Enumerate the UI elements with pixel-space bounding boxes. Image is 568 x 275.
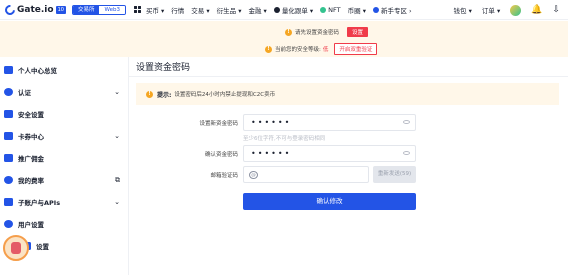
- sidebar-item-coupons[interactable]: 卡券中心 ⌄: [0, 125, 128, 147]
- nav-item-beginner[interactable]: 新手专区 ›: [372, 5, 412, 15]
- sidebar-item-label: 用户设置: [18, 221, 44, 229]
- confirm-password-field[interactable]: ••••••: [243, 145, 416, 162]
- sidebar-item-label: 卡券中心: [18, 133, 44, 141]
- nav-item-nft-label: NFT: [328, 5, 341, 14]
- eye-icon[interactable]: [403, 151, 410, 155]
- bell-icon[interactable]: 🔔: [531, 5, 542, 15]
- nav-item-wallet[interactable]: 钱包 ▾: [454, 5, 472, 15]
- sidebar-item-referral[interactable]: 推广佣金: [0, 147, 128, 169]
- security-level-value: 低: [322, 47, 329, 53]
- web3-tab[interactable]: Web3: [99, 5, 125, 14]
- fee-icon: [4, 176, 13, 184]
- sidebar-item-verification[interactable]: 认证 ⌄: [0, 81, 128, 103]
- external-link-icon: ⧉: [115, 175, 120, 184]
- avatar[interactable]: [510, 4, 522, 16]
- nav-item-markets[interactable]: 行情: [171, 5, 184, 15]
- nav-item-beginner-label: 新手专区 ›: [380, 6, 412, 15]
- nft-icon: [320, 6, 327, 13]
- eye-icon[interactable]: [403, 120, 410, 124]
- sidebar-item-subaccounts[interactable]: 子账户与APIs ⌄: [0, 191, 128, 213]
- shield-icon: [4, 110, 13, 118]
- sidebar-item-user-settings[interactable]: 用户设置: [0, 213, 128, 235]
- new-password-label: 设置新资金密码: [199, 121, 238, 127]
- referral-icon: [4, 154, 13, 162]
- resend-code-button[interactable]: 重新发送(59): [373, 166, 416, 183]
- new-password-field[interactable]: ••••••: [243, 114, 416, 131]
- page-title: 设置资金密码: [136, 63, 191, 73]
- sidebar-item-fees[interactable]: 我的费率 ⧉: [0, 169, 128, 191]
- sidebar-item-label: 推广佣金: [18, 155, 44, 163]
- sidebar-item-label: 安全设置: [18, 111, 44, 119]
- sidebar-item-label: 个人中心总览: [18, 67, 57, 75]
- nav-item-crypto-circle[interactable]: 币圈 ▾: [348, 5, 366, 15]
- sidebar-item-label: 认证: [18, 89, 31, 97]
- nav-item-orders[interactable]: 订单 ▾: [482, 5, 500, 15]
- email-code-input[interactable]: @: [243, 166, 369, 183]
- apps-grid-icon[interactable]: [133, 6, 141, 13]
- new-password-value: ••••••: [251, 118, 292, 127]
- email-code-label: 邮箱验证码: [210, 173, 238, 179]
- title-divider: [128, 76, 568, 77]
- tip-text: 设置密码后24小时内禁止提现和C2C卖币: [174, 92, 276, 98]
- coupon-icon: [4, 132, 13, 140]
- sidebar-divider: [128, 57, 129, 275]
- security-level-text: 当前您的安全等级:: [275, 47, 321, 53]
- logo[interactable]: Gate.io 10: [2, 0, 66, 20]
- warning-icon: !: [146, 90, 153, 98]
- copy-trading-icon: [273, 6, 280, 13]
- floating-assistant-icon[interactable]: [3, 235, 29, 261]
- tip-box: ! 提示: 设置密码后24小时内禁止提现和C2C卖币: [136, 83, 559, 105]
- nav-item-copy-trading[interactable]: 量化跟单 ▾: [273, 5, 314, 15]
- chevron-down-icon: ⌄: [114, 132, 120, 140]
- security-level-notice: ! 当前您的安全等级: 低 开启双重验证: [265, 43, 378, 55]
- confirm-password-value: ••••••: [251, 149, 292, 158]
- tip-label: 提示:: [157, 91, 172, 99]
- nav-item-trade[interactable]: 交易 ▾: [191, 5, 209, 15]
- notice-bar: ! 请先设置资金密码 设置 ! 当前您的安全等级: 低 开启双重验证: [0, 21, 568, 57]
- sidebar-item-label: 子账户与APIs: [18, 199, 61, 207]
- user-settings-icon: [4, 220, 13, 228]
- notice-text: 请先设置资金密码: [295, 30, 340, 36]
- nav-menu: 买币 ▾ 行情 交易 ▾ 衍生品 ▾ 金融 ▾ 量化跟单 ▾ NFT 币圈 ▾ …: [146, 5, 419, 15]
- gate-logo-icon: [2, 2, 18, 17]
- set-fund-password-button[interactable]: 设置: [347, 27, 369, 37]
- subaccount-icon: [4, 198, 13, 206]
- top-nav: Gate.io 10 交易所 Web3 买币 ▾ 行情 交易 ▾ 衍生品 ▾ 金…: [0, 0, 568, 20]
- nav-right: 钱包 ▾ 订单 ▾ 🔔 ⇩: [454, 0, 560, 20]
- nav-item-buy-crypto[interactable]: 买币 ▾: [146, 5, 164, 15]
- nav-item-copy-trading-label: 量化跟单 ▾: [281, 6, 314, 15]
- overview-icon: [4, 66, 13, 74]
- warning-icon: !: [265, 45, 272, 53]
- sidebar-item-overview[interactable]: 个人中心总览: [0, 59, 128, 81]
- exchange-web3-toggle[interactable]: 交易所 Web3: [71, 4, 126, 15]
- email-at-icon: @: [249, 171, 258, 179]
- confirm-password-label: 确认资金密码: [204, 152, 238, 158]
- nav-item-derivatives[interactable]: 衍生品 ▾: [217, 5, 242, 15]
- confirm-change-button[interactable]: 确认修改: [243, 193, 416, 210]
- logo-text: Gate.io: [17, 4, 54, 15]
- nav-item-finance[interactable]: 金融 ▾: [248, 5, 266, 15]
- download-icon[interactable]: ⇩: [552, 5, 560, 15]
- chevron-down-icon: ⌄: [114, 88, 120, 96]
- logo-badge: 10: [55, 5, 66, 14]
- enable-2fa-button[interactable]: 开启双重验证: [334, 43, 378, 55]
- sidebar-item-label: 设置: [36, 243, 49, 251]
- user-icon: [4, 88, 13, 96]
- password-hint: 至少6位字符,不可与登录密码相同: [243, 136, 326, 142]
- sidebar-item-security[interactable]: 安全设置: [0, 103, 128, 125]
- warning-icon: !: [285, 28, 292, 36]
- exchange-tab[interactable]: 交易所: [72, 5, 100, 14]
- sidebar-item-label: 我的费率: [18, 177, 44, 185]
- chevron-down-icon: ⌄: [114, 198, 120, 206]
- fund-password-notice: ! 请先设置资金密码 设置: [285, 27, 369, 37]
- beginner-icon: [372, 6, 379, 13]
- nav-item-nft[interactable]: NFT: [320, 5, 341, 14]
